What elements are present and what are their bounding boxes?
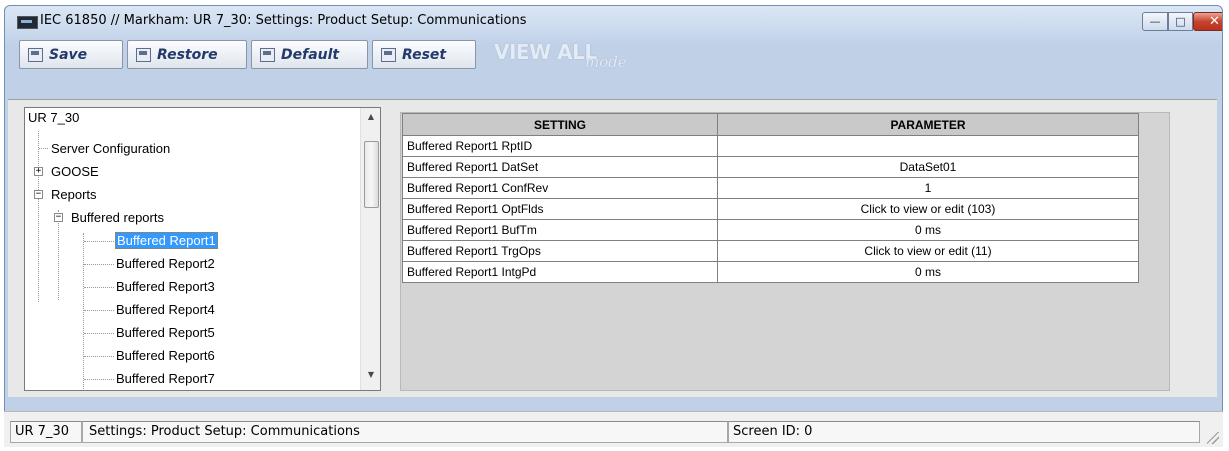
- tree-connector: [83, 233, 84, 390]
- parameter-cell[interactable]: Click to view or edit (11): [717, 240, 1139, 262]
- minimize-button[interactable]: —: [1142, 12, 1168, 31]
- scroll-down-icon[interactable]: ▼: [361, 366, 380, 383]
- app-icon: [17, 16, 38, 29]
- close-button[interactable]: ✕: [1193, 12, 1222, 31]
- save-icon: [28, 47, 43, 62]
- tree-item-buffered-report2[interactable]: Buffered Report2: [116, 255, 215, 272]
- table-row: Buffered Report1 ConfRev 1: [402, 177, 1139, 199]
- setting-cell: Buffered Report1 TrgOps: [402, 240, 718, 262]
- tree-root[interactable]: UR 7_30: [28, 109, 79, 126]
- maximize-button[interactable]: □: [1168, 12, 1193, 31]
- setting-cell: Buffered Report1 RptID: [402, 135, 718, 157]
- tree-item-buffered-reports[interactable]: Buffered reports: [71, 209, 164, 226]
- parameter-cell[interactable]: Click to view or edit (103): [717, 198, 1139, 220]
- parameter-cell[interactable]: 0 ms: [717, 261, 1139, 283]
- status-path: Settings: Product Setup: Communications: [82, 421, 728, 443]
- tree-connector: [84, 241, 114, 242]
- tree-connector: [38, 131, 39, 302]
- status-screen-id: Screen ID: 0: [728, 421, 1200, 443]
- table-row: Buffered Report1 OptFlds Click to view o…: [402, 198, 1139, 220]
- scroll-thumb[interactable]: [364, 141, 379, 208]
- default-label: Default: [281, 46, 340, 63]
- collapse-icon[interactable]: −: [34, 190, 43, 199]
- parameter-cell[interactable]: 0 ms: [717, 219, 1139, 241]
- maximize-icon: □: [1175, 15, 1186, 28]
- tree-item-reports[interactable]: Reports: [51, 186, 97, 203]
- toolbar: Save Restore Default Reset VIEW ALL mode: [11, 39, 1221, 72]
- setting-cell: Buffered Report1 ConfRev: [402, 177, 718, 199]
- view-all-mode-indicator: VIEW ALL: [494, 40, 597, 64]
- settings-tree[interactable]: UR 7_30 Server Configuration + GOOSE − R…: [24, 107, 381, 391]
- tree-item-buffered-report6[interactable]: Buffered Report6: [116, 347, 215, 364]
- mode-label: mode: [585, 53, 627, 71]
- table-row: Buffered Report1 DatSet DataSet01: [402, 156, 1139, 178]
- tree-scrollbar[interactable]: ▲ ▼: [360, 108, 380, 390]
- parameter-cell[interactable]: 1: [717, 177, 1139, 199]
- tree-item-buffered-report5[interactable]: Buffered Report5: [116, 324, 215, 341]
- setting-cell: Buffered Report1 IntgPd: [402, 261, 718, 283]
- tree-connector: [84, 333, 114, 334]
- table-row: Buffered Report1 BufTm 0 ms: [402, 219, 1139, 241]
- table-row: Buffered Report1 TrgOps Click to view or…: [402, 240, 1139, 262]
- default-button[interactable]: Default: [251, 40, 368, 69]
- scroll-up-icon[interactable]: ▲: [361, 108, 380, 125]
- setting-cell: Buffered Report1 BufTm: [402, 219, 718, 241]
- table-row: Buffered Report1 IntgPd 0 ms: [402, 261, 1139, 283]
- status-bar: UR 7_30 Settings: Product Setup: Communi…: [4, 411, 1223, 447]
- collapse-icon[interactable]: −: [54, 213, 63, 222]
- restore-button[interactable]: Restore: [127, 40, 247, 69]
- title-bar[interactable]: IEC 61850 // Markham: UR 7_30: Settings:…: [5, 6, 1222, 36]
- close-icon: ✕: [1209, 14, 1220, 29]
- setting-cell: Buffered Report1 DatSet: [402, 156, 718, 178]
- parameter-cell[interactable]: [717, 135, 1139, 157]
- tree-item-server-configuration[interactable]: Server Configuration: [51, 140, 170, 157]
- column-header-setting[interactable]: SETTING: [402, 113, 718, 136]
- tree-item-buffered-report1[interactable]: Buffered Report1: [115, 232, 218, 249]
- save-label: Save: [49, 46, 88, 63]
- default-icon: [260, 47, 275, 62]
- reset-button[interactable]: Reset: [372, 40, 476, 69]
- minimize-icon: —: [1149, 15, 1161, 28]
- expand-icon[interactable]: +: [34, 167, 43, 176]
- tree-item-buffered-report3[interactable]: Buffered Report3: [116, 278, 215, 295]
- tree-connector: [84, 287, 114, 288]
- tree-connector: [84, 379, 114, 380]
- tree-connector: [58, 210, 59, 300]
- tree-connector: [39, 148, 48, 149]
- reset-icon: [381, 47, 396, 62]
- tree-connector: [84, 310, 114, 311]
- tree-item-buffered-report7[interactable]: Buffered Report7: [116, 370, 215, 387]
- window-title: IEC 61850 // Markham: UR 7_30: Settings:…: [40, 13, 527, 28]
- tree-item-buffered-report4[interactable]: Buffered Report4: [116, 301, 215, 318]
- restore-icon: [136, 47, 151, 62]
- table-row: Buffered Report1 RptID: [402, 135, 1139, 157]
- tree-connector: [84, 356, 114, 357]
- restore-label: Restore: [157, 46, 218, 63]
- resize-grip-icon[interactable]: [1207, 432, 1219, 444]
- tree-connector: [84, 264, 114, 265]
- save-button[interactable]: Save: [19, 40, 123, 69]
- setting-cell: Buffered Report1 OptFlds: [402, 198, 718, 220]
- status-device: UR 7_30: [10, 421, 82, 443]
- settings-grid: SETTING PARAMETER Buffered Report1 RptID…: [402, 113, 1139, 283]
- reset-label: Reset: [402, 46, 447, 63]
- tree-item-goose[interactable]: GOOSE: [51, 163, 99, 180]
- column-header-parameter[interactable]: PARAMETER: [717, 113, 1139, 136]
- parameter-cell[interactable]: DataSet01: [717, 156, 1139, 178]
